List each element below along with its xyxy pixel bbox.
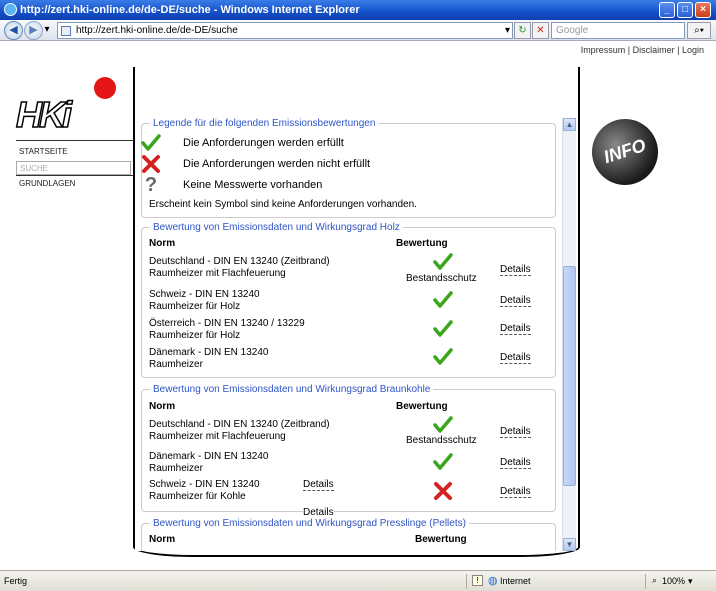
check-icon <box>433 348 453 365</box>
col-norm: Norm <box>149 238 176 249</box>
globe-icon: ◍ <box>488 575 498 587</box>
zoom-icon[interactable]: ⌕ <box>652 575 657 586</box>
norm-line2: Raumheizer mit Flachfeuerung <box>149 431 286 442</box>
section-title: Bewertung von Emissionsdaten und Wirkung… <box>153 384 431 395</box>
details-link[interactable]: Details <box>303 479 334 491</box>
question-icon: ? <box>144 174 158 196</box>
history-dropdown-icon[interactable]: ▾ <box>41 22 53 39</box>
bestandsschutz-label: Bestandsschutz <box>406 435 477 446</box>
zone-label: Internet <box>500 576 531 586</box>
nav-item-grundlagen[interactable]: GRUNDLAGEN <box>16 177 134 191</box>
nav-item-startseite[interactable]: STARTSEITE <box>16 145 134 159</box>
norm-line2: Raumheizer <box>149 463 203 474</box>
norm-line2: Raumheizer für Holz <box>149 330 241 341</box>
section-title: Bewertung von Emissionsdaten und Wirkung… <box>153 518 466 529</box>
close-button[interactable]: × <box>695 2 711 18</box>
scroll-down-arrow[interactable]: ▼ <box>563 538 576 551</box>
norm-line1: Österreich - DIN EN 13240 / 13229 <box>149 318 305 329</box>
norm-line1: Schweiz - DIN EN 13240 <box>149 479 260 490</box>
details-link[interactable]: Details <box>500 457 531 469</box>
check-icon <box>433 253 453 270</box>
scroll-up-arrow[interactable]: ▲ <box>563 118 576 131</box>
search-icon[interactable]: ⌕▾ <box>687 22 711 39</box>
protected-mode-icon[interactable]: ! <box>472 575 483 586</box>
zoom-level[interactable]: 100% <box>662 576 685 586</box>
section-title: Bewertung von Emissionsdaten und Wirkung… <box>153 222 400 233</box>
norm-line1: Deutschland - DIN EN 13240 (Zeitbrand) <box>149 419 330 430</box>
top-links: Impressum | Disclaimer | Login <box>580 45 704 55</box>
nav-divider <box>16 140 134 141</box>
disclaimer-link[interactable]: Disclaimer <box>633 45 675 55</box>
address-dropdown-icon[interactable]: ▾ <box>505 23 510 38</box>
zoom-dropdown-icon[interactable]: ▾ <box>688 576 693 587</box>
norm-line1: Dänemark - DIN EN 13240 <box>149 451 269 462</box>
content-area: Legende für die folgenden Emissionsbewer… <box>135 118 562 551</box>
logo-dot <box>94 77 116 99</box>
refresh-icon[interactable]: ↻ <box>514 22 531 39</box>
norm-line1: Dänemark - DIN EN 13240 <box>149 347 269 358</box>
details-link[interactable]: Details <box>500 323 531 335</box>
section-pellets: Bewertung von Emissionsdaten und Wirkung… <box>141 518 556 551</box>
norm-line2: Raumheizer für Holz <box>149 301 241 312</box>
nav-item-suche[interactable]: SUCHE <box>16 161 131 175</box>
norm-line2: Raumheizer <box>149 359 203 370</box>
address-toolbar: ◀ ▶ ▾ http://zert.hki-online.de/de-DE/su… <box>0 20 716 41</box>
maximize-button[interactable]: □ <box>677 2 693 18</box>
details-link[interactable]: Details <box>500 426 531 438</box>
ie-icon <box>4 3 17 16</box>
window-title: http://zert.hki-online.de/de-DE/suche - … <box>20 4 360 16</box>
check-icon <box>433 416 453 433</box>
legend-title: Legende für die folgenden Emissionsbewer… <box>153 118 376 129</box>
status-bar: Fertig ! ◍ Internet ⌕ 100% ▾ <box>0 570 716 591</box>
back-button[interactable]: ◀ <box>4 21 23 40</box>
vertical-scrollbar[interactable]: ▲ ▼ <box>562 118 576 551</box>
col-rating: Bewertung <box>396 238 448 249</box>
col-norm: Norm <box>149 401 176 412</box>
check-icon <box>433 453 453 470</box>
status-text: Fertig <box>4 576 28 586</box>
details-link[interactable]: Details <box>303 507 334 518</box>
details-link[interactable]: Details <box>500 295 531 307</box>
page-icon <box>61 26 71 36</box>
window-titlebar: http://zert.hki-online.de/de-DE/suche - … <box>0 0 716 20</box>
minimize-button[interactable]: _ <box>659 2 675 18</box>
address-input[interactable]: http://zert.hki-online.de/de-DE/suche ▾ <box>57 22 513 39</box>
norm-line2: Raumheizer mit Flachfeuerung <box>149 268 286 279</box>
norm-line1: Deutschland - DIN EN 13240 (Zeitbrand) <box>149 256 330 267</box>
impressum-link[interactable]: Impressum <box>581 45 626 55</box>
details-link[interactable]: Details <box>500 352 531 364</box>
norm-line2: Raumheizer für Kohle <box>149 491 246 502</box>
details-link[interactable]: Details <box>500 486 531 498</box>
col-rating: Bewertung <box>415 534 467 545</box>
login-link[interactable]: Login <box>682 45 704 55</box>
check-icon <box>433 291 453 308</box>
details-link[interactable]: Details <box>500 264 531 276</box>
hki-logo[interactable]: HKi <box>15 96 120 134</box>
check-icon <box>141 134 161 151</box>
norm-line1: Schweiz - DIN EN 13240 <box>149 289 260 300</box>
scroll-thumb[interactable] <box>563 266 576 486</box>
cross-icon <box>142 155 160 173</box>
search-input[interactable]: Google <box>551 22 685 39</box>
stop-icon[interactable]: ✕ <box>532 22 549 39</box>
check-icon <box>433 320 453 337</box>
cross-icon <box>434 482 452 500</box>
bestandsschutz-label: Bestandsschutz <box>406 273 477 284</box>
nav-divider <box>16 175 134 176</box>
legend-note: Erscheint kein Symbol sind keine Anforde… <box>149 199 417 210</box>
col-rating: Bewertung <box>396 401 448 412</box>
col-norm: Norm <box>149 534 176 545</box>
